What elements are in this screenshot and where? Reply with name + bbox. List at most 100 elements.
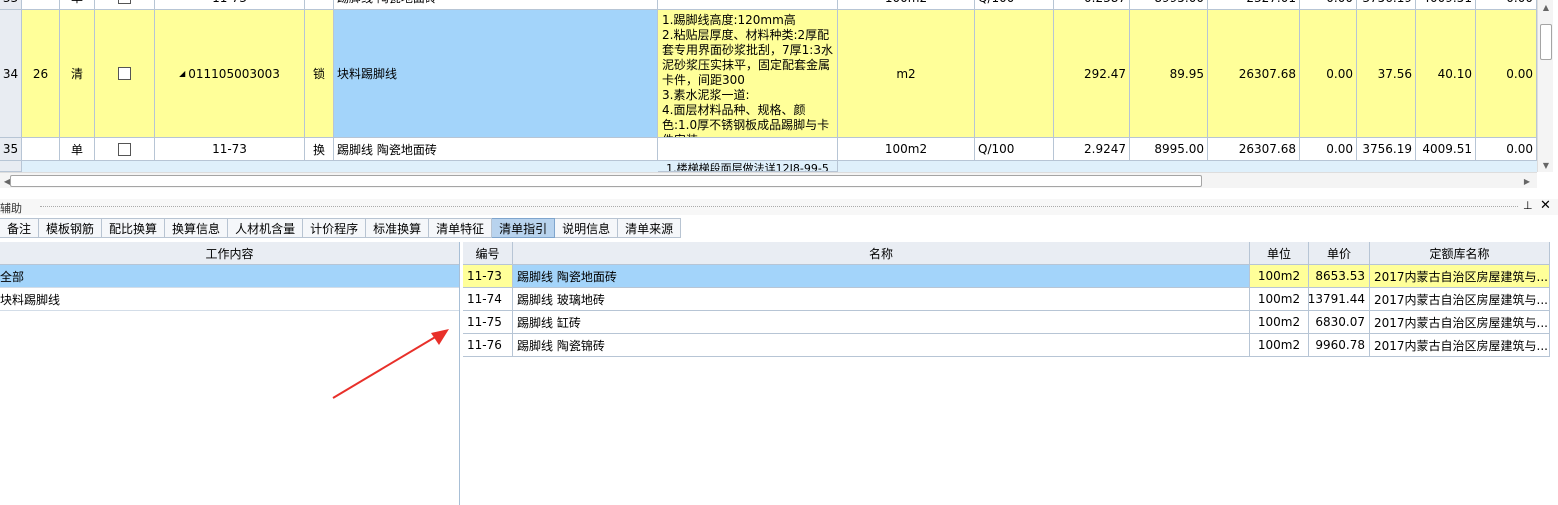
row-c1: 0.00 [1300,138,1357,161]
work-content-item[interactable]: 全部 [0,265,459,288]
panel-header: 辅助 ⊥ ✕ [0,198,1558,215]
cell-library: 2017内蒙古自治区房屋建筑与... [1370,334,1550,357]
row-c2: 37.56 [1357,10,1416,138]
row-c4: 0.00 [1476,138,1537,161]
table-header-row: 编号 名称 单位 单价 定额库名称 [463,242,1550,265]
cell-unit: 100m2 [1250,288,1309,311]
cell-library: 2017内蒙古自治区房屋建筑与... [1370,311,1550,334]
row-seq: 26 [22,10,60,138]
row-description: 1.楼梯梯段面层做法详12J8-99-5 [658,161,838,172]
horizontal-scroll-thumb[interactable] [10,175,1202,187]
row-c4: 0.00 [1476,0,1537,10]
col-header-name[interactable]: 名称 [513,242,1250,265]
cell-name: 踢脚线 陶瓷地面砖 [513,265,1250,288]
collapse-triangle-icon[interactable]: ◢ [179,69,185,78]
row-code: 11-73 [155,138,305,161]
scroll-up-icon[interactable]: ▲ [1539,0,1553,14]
row-price: 8995.00 [1130,138,1208,161]
col-header-price[interactable]: 单价 [1309,242,1370,265]
panel-title: 辅助 [0,202,22,215]
table-row[interactable]: 11-75 踢脚线 缸砖 100m2 6830.07 2017内蒙古自治区房屋建… [463,311,1550,334]
row-number: 33 [0,0,22,10]
scroll-right-icon[interactable]: ▶ [1520,174,1534,188]
cell-price: 6830.07 [1309,311,1370,334]
table-row[interactable]: 11-73 踢脚线 陶瓷地面砖 100m2 8653.53 2017内蒙古自治区… [463,265,1550,288]
close-icon[interactable]: ✕ [1540,198,1551,213]
row-name[interactable]: 块料踢脚线 [334,10,658,138]
tab-description-info[interactable]: 说明信息 [555,218,619,238]
row-qty: 2.9247 [1054,138,1130,161]
item-guide-table: 编号 名称 单位 单价 定额库名称 11-73 踢脚线 陶瓷地面砖 100m2 … [463,242,1550,505]
col-header-library[interactable]: 定额库名称 [1370,242,1550,265]
row-code-cell[interactable]: ◢ 011105003003 [155,10,305,138]
tab-item-guide[interactable]: 清单指引 [492,218,556,238]
row-code: 011105003003 [188,66,280,81]
row-flag: 换 [305,138,334,161]
row-unit: 100m2 [838,138,975,161]
tab-notes[interactable]: 备注 [0,218,40,238]
cell-price: 8653.53 [1309,265,1370,288]
row-name: 踢脚线 陶瓷地面砖 [334,0,658,10]
row-c1: 0.00 [1300,0,1357,10]
tab-formwork-rebar[interactable]: 模板钢筋 [39,218,103,238]
annotation-arrow-icon [332,329,449,399]
row-checkbox-cell[interactable] [95,0,155,10]
cell-name: 踢脚线 玻璃地砖 [513,288,1250,311]
tab-conversion-info[interactable]: 换算信息 [165,218,229,238]
col-header-unit[interactable]: 单位 [1250,242,1309,265]
row-total: 26307.68 [1208,10,1300,138]
grid-row-36[interactable]: 1.楼梯梯段面层做法详12J8-99-5 [0,161,1537,172]
work-content-header: 工作内容 [0,242,459,265]
grid-row-33[interactable]: 33 单 11-73 踢脚线 陶瓷地面砖 100m2 Q/100 0.2387 … [0,0,1537,10]
cell-unit: 100m2 [1250,334,1309,357]
row-qty: 0.2387 [1054,0,1130,10]
tab-bar: 备注 模板钢筋 配比换算 换算信息 人材机含量 计价程序 标准换算 清单特征 清… [0,218,682,238]
row-total: 2327.01 [1208,0,1300,10]
horizontal-scrollbar[interactable]: ◀ ▶ [0,172,1537,188]
grid-row-35[interactable]: 35 单 11-73 换 踢脚线 陶瓷地面砖 100m2 Q/100 2.924… [0,138,1537,161]
cell-name: 踢脚线 缸砖 [513,311,1250,334]
row-c1: 0.00 [1300,10,1357,138]
vertical-scroll-thumb[interactable] [1540,24,1552,60]
vertical-scrollbar[interactable]: ▲ ▼ [1537,0,1553,172]
row-type: 单 [60,138,95,161]
row-qty: 292.47 [1054,10,1130,138]
row-c3: 40.10 [1416,10,1476,138]
tab-mix-conversion[interactable]: 配比换算 [102,218,166,238]
grid-row-34[interactable]: 34 26 清 ◢ 011105003003 锁 块料踢脚线 1.踢脚线高度:1… [0,10,1537,138]
row-checkbox-cell[interactable] [95,10,155,138]
tab-item-features[interactable]: 清单特征 [429,218,493,238]
pin-icon[interactable]: ⊥ [1523,199,1533,212]
row-total: 26307.68 [1208,138,1300,161]
row-type: 清 [60,10,95,138]
row-unit: m2 [838,10,975,138]
row-name: 踢脚线 陶瓷地面砖 [334,138,658,161]
row-price: 89.95 [1130,10,1208,138]
row-checkbox[interactable] [118,142,131,156]
tab-pricing-procedure[interactable]: 计价程序 [303,218,367,238]
row-checkbox[interactable] [118,0,131,4]
scroll-down-icon[interactable]: ▼ [1539,158,1553,172]
cell-code: 11-75 [463,311,513,334]
quantity-grid: 33 单 11-73 踢脚线 陶瓷地面砖 100m2 Q/100 0.2387 … [0,0,1558,190]
row-qty-expr: Q/100 [975,0,1054,10]
panel-grip[interactable] [40,206,1518,208]
tab-resource-content[interactable]: 人材机含量 [228,218,304,238]
table-row[interactable]: 11-74 踢脚线 玻璃地砖 100m2 13791.44 2017内蒙古自治区… [463,288,1550,311]
cell-code: 11-73 [463,265,513,288]
row-c2: 3756.19 [1357,0,1416,10]
work-content-item[interactable]: 块料踢脚线 [0,288,459,311]
cell-code: 11-74 [463,288,513,311]
cell-library: 2017内蒙古自治区房屋建筑与... [1370,265,1550,288]
tab-standard-conversion[interactable]: 标准换算 [366,218,430,238]
row-number: 34 [0,10,22,138]
row-checkbox-cell[interactable] [95,138,155,161]
cell-code: 11-76 [463,334,513,357]
tab-item-source[interactable]: 清单来源 [618,218,682,238]
row-checkbox[interactable] [118,67,131,80]
row-number: 35 [0,138,22,161]
row-qty-expr: Q/100 [975,138,1054,161]
col-header-code[interactable]: 编号 [463,242,513,265]
table-row[interactable]: 11-76 踢脚线 陶瓷锦砖 100m2 9960.78 2017内蒙古自治区房… [463,334,1550,357]
row-lock: 锁 [305,10,334,138]
